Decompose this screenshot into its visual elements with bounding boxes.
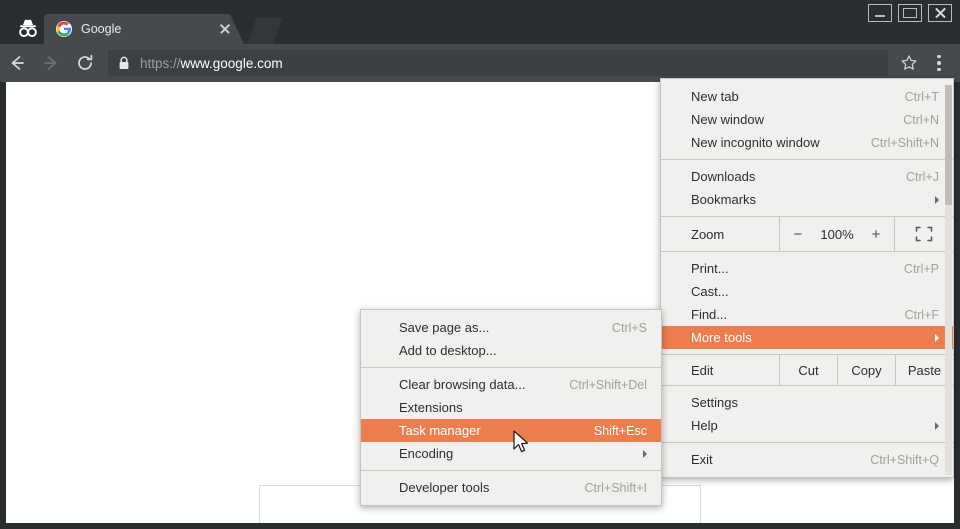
menu-item-downloads[interactable]: Downloads Ctrl+J: [661, 165, 953, 188]
menu-item-shortcut: Ctrl+P: [904, 262, 939, 276]
menu-item-label: More tools: [691, 330, 921, 345]
chevron-right-icon: [935, 196, 939, 204]
scrollbar-thumb[interactable]: [945, 85, 952, 205]
menu-item-find[interactable]: Find... Ctrl+F: [661, 303, 953, 326]
menu-item-exit[interactable]: Exit Ctrl+Shift+Q: [661, 448, 953, 471]
menu-item-settings[interactable]: Settings: [661, 391, 953, 414]
menu-item-print[interactable]: Print... Ctrl+P: [661, 257, 953, 280]
menu-item-shortcut: Ctrl+Shift+I: [584, 481, 647, 495]
menu-item-label: Cast...: [691, 284, 939, 299]
new-tab-button[interactable]: [248, 18, 282, 44]
menu-item-label: Developer tools: [399, 480, 558, 495]
menu-item-shortcut: Ctrl+T: [905, 90, 939, 104]
zoom-label: Zoom: [661, 227, 779, 242]
menu-item-label: Exit: [691, 452, 844, 467]
menu-separator: [361, 367, 661, 368]
menu-item-label: Clear browsing data...: [399, 377, 543, 392]
menu-item-label: Save page as...: [399, 320, 586, 335]
menu-item-label: Print...: [691, 261, 878, 276]
menu-separator: [661, 159, 953, 160]
copy-button[interactable]: Copy: [837, 355, 895, 385]
menu-item-shortcut: Ctrl+N: [903, 113, 939, 127]
maximize-button[interactable]: [898, 4, 922, 22]
submenu-item-add-to-desktop[interactable]: Add to desktop...: [361, 339, 661, 362]
menu-item-label: Encoding: [399, 446, 629, 461]
menu-item-new-incognito-window[interactable]: New incognito window Ctrl+Shift+N: [661, 131, 953, 154]
tab-title: Google: [81, 22, 216, 36]
minimize-button[interactable]: [868, 4, 892, 22]
menu-item-shortcut: Ctrl+S: [612, 321, 647, 335]
zoom-controls: − 100% +: [779, 217, 895, 251]
more-tools-submenu: Save page as... Ctrl+S Add to desktop...…: [360, 309, 662, 506]
zoom-in-button[interactable]: +: [872, 226, 881, 243]
submenu-item-clear-browsing-data[interactable]: Clear browsing data... Ctrl+Shift+Del: [361, 373, 661, 396]
submenu-item-encoding[interactable]: Encoding: [361, 442, 661, 465]
menu-item-shortcut: Ctrl+J: [906, 170, 939, 184]
browser-toolbar: https://www.google.com: [0, 44, 960, 82]
forward-arrow-icon: [34, 46, 68, 80]
menu-separator: [661, 442, 953, 443]
submenu-item-task-manager[interactable]: Task manager Shift+Esc: [361, 419, 661, 442]
reload-icon[interactable]: [68, 46, 102, 80]
menu-item-label: Help: [691, 418, 921, 433]
menu-scrollbar[interactable]: [945, 85, 952, 475]
cut-button[interactable]: Cut: [779, 355, 837, 385]
close-button[interactable]: [928, 4, 952, 22]
title-bar: Google: [0, 0, 960, 44]
menu-item-label: Settings: [691, 395, 939, 410]
menu-item-bookmarks[interactable]: Bookmarks: [661, 188, 953, 211]
menu-item-label: Downloads: [691, 169, 880, 184]
menu-item-label: Task manager: [399, 423, 568, 438]
address-bar[interactable]: https://www.google.com: [108, 50, 888, 76]
menu-item-label: Add to desktop...: [399, 343, 647, 358]
menu-item-label: Extensions: [399, 400, 647, 415]
star-icon[interactable]: [894, 48, 924, 78]
chevron-right-icon: [935, 422, 939, 430]
menu-item-shortcut: Shift+Esc: [594, 424, 647, 438]
menu-item-cast[interactable]: Cast...: [661, 280, 953, 303]
incognito-icon: [10, 12, 46, 44]
three-dot-menu-icon[interactable]: [924, 48, 954, 78]
menu-item-help[interactable]: Help: [661, 414, 953, 437]
zoom-out-button[interactable]: −: [794, 226, 803, 243]
lock-icon: [116, 55, 132, 71]
menu-item-label: New tab: [691, 89, 879, 104]
menu-item-new-tab[interactable]: New tab Ctrl+T: [661, 85, 953, 108]
submenu-item-extensions[interactable]: Extensions: [361, 396, 661, 419]
browser-window: Google: [0, 0, 960, 529]
menu-row-edit: Edit Cut Copy Paste: [661, 354, 953, 386]
menu-item-label: Find...: [691, 307, 879, 322]
menu-item-shortcut: Ctrl+Shift+Del: [569, 378, 647, 392]
back-arrow-icon[interactable]: [0, 46, 34, 80]
menu-item-more-tools[interactable]: More tools: [661, 326, 953, 349]
menu-item-label: New incognito window: [691, 135, 845, 150]
menu-item-shortcut: Ctrl+F: [905, 308, 939, 322]
menu-item-shortcut: Ctrl+Shift+N: [871, 136, 939, 150]
menu-item-label: Bookmarks: [691, 192, 921, 207]
close-icon[interactable]: [216, 20, 234, 38]
menu-separator: [361, 470, 661, 471]
menu-item-new-window[interactable]: New window Ctrl+N: [661, 108, 953, 131]
chrome-main-menu: New tab Ctrl+T New window Ctrl+N New inc…: [660, 78, 954, 478]
submenu-item-save-page-as[interactable]: Save page as... Ctrl+S: [361, 316, 661, 339]
browser-tab[interactable]: Google: [44, 14, 244, 44]
google-favicon: [56, 21, 72, 37]
url-text: https://www.google.com: [140, 56, 283, 71]
menu-row-zoom: Zoom − 100% +: [661, 216, 953, 252]
url-host: www.google.com: [181, 56, 283, 71]
submenu-item-developer-tools[interactable]: Developer tools Ctrl+Shift+I: [361, 476, 661, 499]
menu-item-label: New window: [691, 112, 877, 127]
chevron-right-icon: [643, 450, 647, 458]
chevron-right-icon: [935, 334, 939, 342]
window-controls: [868, 4, 952, 22]
menu-item-shortcut: Ctrl+Shift+Q: [870, 453, 939, 467]
edit-label: Edit: [661, 363, 779, 378]
url-scheme: https://: [140, 56, 181, 71]
zoom-level-value: 100%: [820, 227, 853, 242]
